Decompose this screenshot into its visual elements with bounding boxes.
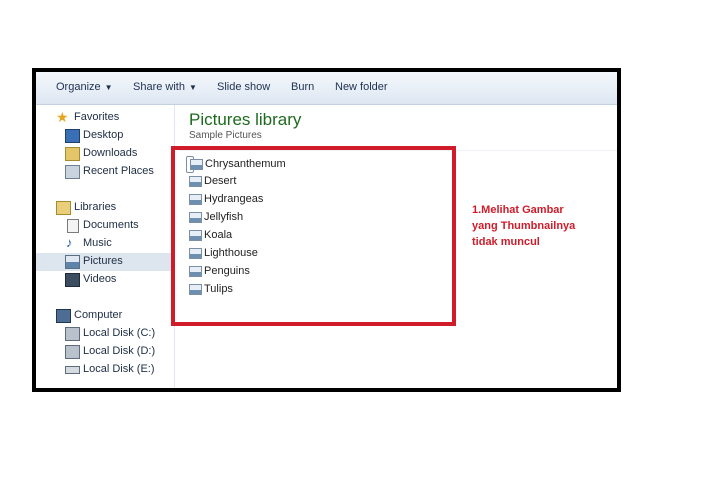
nav-item-local-disk-e[interactable]: Local Disk (E:) [36, 361, 174, 379]
share-with-button[interactable]: Share with ▼ [133, 81, 197, 93]
highlight-box [171, 146, 456, 326]
annotation-line: 1.Melihat Gambar [472, 204, 564, 216]
recent-places-icon [65, 165, 80, 179]
chevron-down-icon: ▼ [104, 83, 113, 92]
nav-item-local-disk-c[interactable]: Local Disk (C:) [36, 325, 174, 343]
nav-item-videos[interactable]: Videos [36, 271, 174, 289]
organize-button[interactable]: Organize ▼ [56, 81, 113, 93]
new-folder-button[interactable]: New folder [335, 81, 388, 93]
documents-icon [67, 219, 79, 233]
annotation-note: 1.Melihat Gambar yang Thumbnailnya tidak… [472, 202, 592, 250]
nav-item-music[interactable]: ♪ Music [36, 235, 174, 253]
slide-show-button[interactable]: Slide show [217, 81, 270, 93]
downloads-folder-icon [65, 147, 80, 161]
library-subtitle: Sample Pictures [189, 130, 262, 141]
command-bar: Organize ▼ Share with ▼ Slide show Burn Ne… [36, 72, 617, 105]
nav-item-documents[interactable]: Documents [36, 217, 174, 235]
navigation-pane: ★ Favorites Desktop Downloads Recent Pla… [36, 105, 175, 388]
desktop-icon [65, 129, 80, 143]
nav-item-recent-places[interactable]: Recent Places [36, 163, 174, 181]
star-icon: ★ [56, 109, 69, 125]
nav-computer[interactable]: Computer [36, 307, 174, 325]
nav-item-pictures[interactable]: Pictures [36, 253, 174, 271]
burn-button[interactable]: Burn [291, 81, 314, 93]
chevron-down-icon: ▼ [188, 83, 197, 92]
music-icon: ♪ [66, 235, 73, 250]
nav-libraries[interactable]: Libraries [36, 199, 174, 217]
page-title: Pictures library [189, 110, 302, 129]
pictures-icon [65, 255, 80, 269]
hard-disk-icon [65, 327, 80, 341]
nav-item-desktop[interactable]: Desktop [36, 127, 174, 145]
videos-icon [65, 273, 80, 287]
computer-icon [56, 309, 71, 323]
nav-item-local-disk-d[interactable]: Local Disk (D:) [36, 343, 174, 361]
nav-item-downloads[interactable]: Downloads [36, 145, 174, 163]
hard-disk-icon [65, 345, 80, 359]
nav-favorites[interactable]: ★ Favorites [36, 109, 174, 127]
annotation-line: tidak muncul [472, 236, 540, 248]
hard-disk-icon [65, 366, 80, 374]
libraries-icon [56, 201, 71, 215]
annotation-line: yang Thumbnailnya [472, 220, 576, 232]
